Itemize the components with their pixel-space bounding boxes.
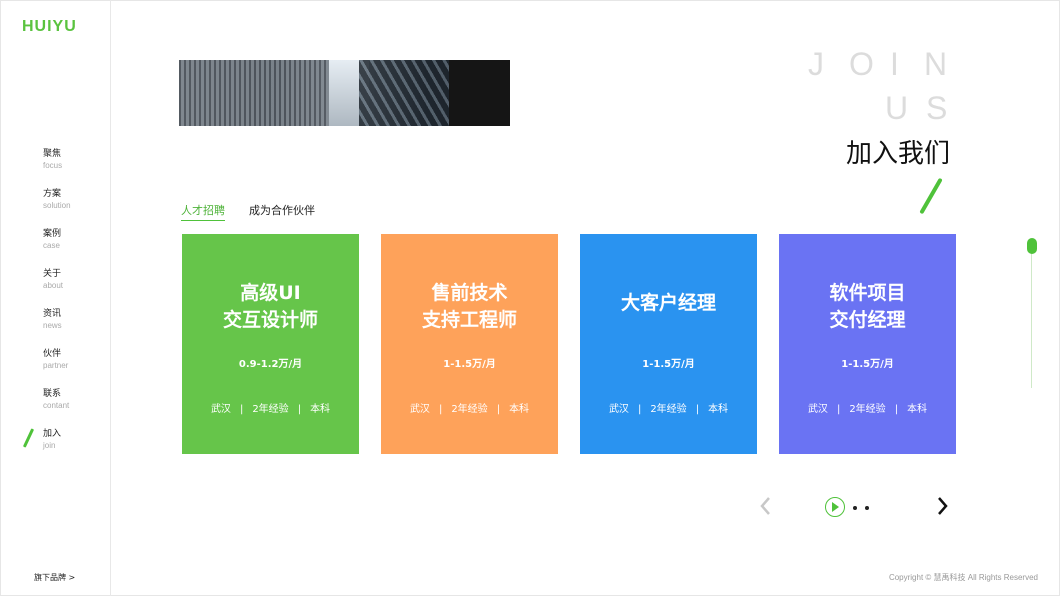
job-card[interactable]: 高级UI 交互设计师 0.9-1.2万/月 武汉 | 2年经验 | 本科 (182, 234, 359, 454)
scroll-track[interactable] (1031, 240, 1032, 388)
sidebar-item-case[interactable]: 案例 case (43, 228, 71, 268)
sidebar-item-label: 资讯 (43, 309, 62, 319)
job-title: 售前技术 支持工程师 (381, 280, 558, 334)
sidebar-item-sublabel: partner (43, 361, 69, 370)
pager-dot[interactable] (853, 506, 857, 510)
job-meta: 武汉 | 2年经验 | 本科 (779, 400, 956, 415)
job-salary: 1-1.5万/月 (443, 359, 496, 370)
job-title-line: 大客户经理 (620, 292, 716, 314)
job-experience: 2年经验 (849, 404, 886, 415)
tab-become-partner[interactable]: 成为合作伙伴 (249, 202, 315, 218)
join-letter: I (890, 46, 899, 82)
job-title-line: 交互设计师 (222, 309, 318, 331)
sidebar-item-label: 关于 (43, 269, 62, 279)
sidebar-item-label: 案例 (43, 229, 62, 239)
job-education: 本科 (310, 404, 331, 415)
job-card[interactable]: 售前技术 支持工程师 1-1.5万/月 武汉 | 2年经验 | 本科 (381, 234, 558, 454)
active-indicator (22, 428, 35, 448)
job-city: 武汉 (608, 404, 629, 415)
copyright: Copyright © 慧禹科技 All Rights Reserved (888, 573, 1038, 582)
sidebar-item-sublabel: solution (43, 201, 71, 210)
job-salary: 0.9-1.2万/月 (238, 359, 303, 370)
job-education: 本科 (907, 404, 928, 415)
job-meta: 武汉 | 2年经验 | 本科 (381, 400, 558, 415)
brands-link[interactable]: 旗下品牌 > (34, 572, 75, 583)
job-meta: 武汉 | 2年经验 | 本科 (182, 400, 359, 415)
sidebar-item-partner[interactable]: 伙伴 partner (43, 348, 71, 388)
job-city: 武汉 (210, 404, 231, 415)
logo[interactable]: HUIYU (22, 18, 77, 36)
separator: | (637, 404, 642, 415)
job-experience: 2年经验 (451, 404, 488, 415)
separator: | (496, 404, 501, 415)
job-education: 本科 (509, 404, 530, 415)
separator: | (836, 404, 841, 415)
sidebar-item-focus[interactable]: 聚焦 focus (43, 148, 71, 188)
join-letter: J (808, 46, 824, 82)
separator: | (239, 404, 244, 415)
sidebar-nav: 聚焦 focus 方案 solution 案例 case 关于 about 资讯… (22, 148, 71, 468)
job-experience: 2年经验 (252, 404, 289, 415)
sidebar-item-join[interactable]: 加入 join (22, 428, 71, 468)
job-title-line: 售前技术 (431, 282, 508, 304)
sidebar-item-label: 加入 (43, 429, 62, 439)
us-letter: U (885, 90, 909, 126)
page-title: 加入我们 (845, 139, 950, 169)
building-right (359, 60, 449, 126)
sidebar-item-news[interactable]: 资讯 news (43, 308, 71, 348)
play-icon[interactable] (825, 497, 845, 517)
separator: | (297, 404, 302, 415)
sidebar-item-label: 方案 (43, 189, 62, 199)
sidebar-item-label: 联系 (43, 389, 62, 399)
join-letter: N (924, 46, 948, 82)
job-title-line: 软件项目 (829, 282, 906, 304)
sidebar-item-sublabel: join (43, 441, 56, 450)
sidebar-item-sublabel: contant (43, 401, 70, 410)
sidebar-item-sublabel: focus (43, 161, 63, 170)
sidebar-item-label: 伙伴 (43, 349, 62, 359)
prev-arrow-icon[interactable] (756, 494, 776, 518)
job-title-line: 高级UI (240, 282, 301, 304)
job-title: 大客户经理 (580, 290, 757, 317)
building-left (179, 60, 329, 126)
next-arrow-icon[interactable] (932, 494, 952, 518)
us-letter: S (926, 90, 948, 126)
job-city: 武汉 (807, 404, 828, 415)
job-experience: 2年经验 (650, 404, 687, 415)
job-education: 本科 (708, 404, 729, 415)
sidebar-item-sublabel: news (43, 321, 62, 330)
job-city: 武汉 (409, 404, 430, 415)
job-title: 高级UI 交互设计师 (182, 280, 359, 334)
sidebar-item-solution[interactable]: 方案 solution (43, 188, 71, 228)
sidebar-item-about[interactable]: 关于 about (43, 268, 71, 308)
separator: | (438, 404, 443, 415)
job-salary: 1-1.5万/月 (841, 359, 894, 370)
tab-recruitment[interactable]: 人才招聘 (181, 202, 225, 221)
scroll-thumb[interactable] (1027, 238, 1037, 254)
sidebar-item-label: 聚焦 (43, 149, 62, 159)
job-salary: 1-1.5万/月 (642, 359, 695, 370)
job-title: 软件项目 交付经理 (779, 280, 956, 334)
sidebar-item-sublabel: about (43, 281, 64, 290)
join-letter: O (849, 46, 874, 82)
job-card[interactable]: 大客户经理 1-1.5万/月 武汉 | 2年经验 | 本科 (580, 234, 757, 454)
job-card[interactable]: 软件项目 交付经理 1-1.5万/月 武汉 | 2年经验 | 本科 (779, 234, 956, 454)
banner-image (179, 60, 510, 126)
job-title-line: 交付经理 (829, 309, 906, 331)
sidebar-item-sublabel: case (43, 241, 60, 250)
job-meta: 武汉 | 2年经验 | 本科 (580, 400, 757, 415)
separator: | (695, 404, 700, 415)
pager-dot[interactable] (865, 506, 869, 510)
sidebar-item-contact[interactable]: 联系 contant (43, 388, 71, 428)
separator: | (894, 404, 899, 415)
sidebar: HUIYU 聚焦 focus 方案 solution 案例 case 关于 ab… (0, 0, 111, 596)
building-shadow (449, 60, 510, 126)
job-title-line: 支持工程师 (421, 309, 517, 331)
